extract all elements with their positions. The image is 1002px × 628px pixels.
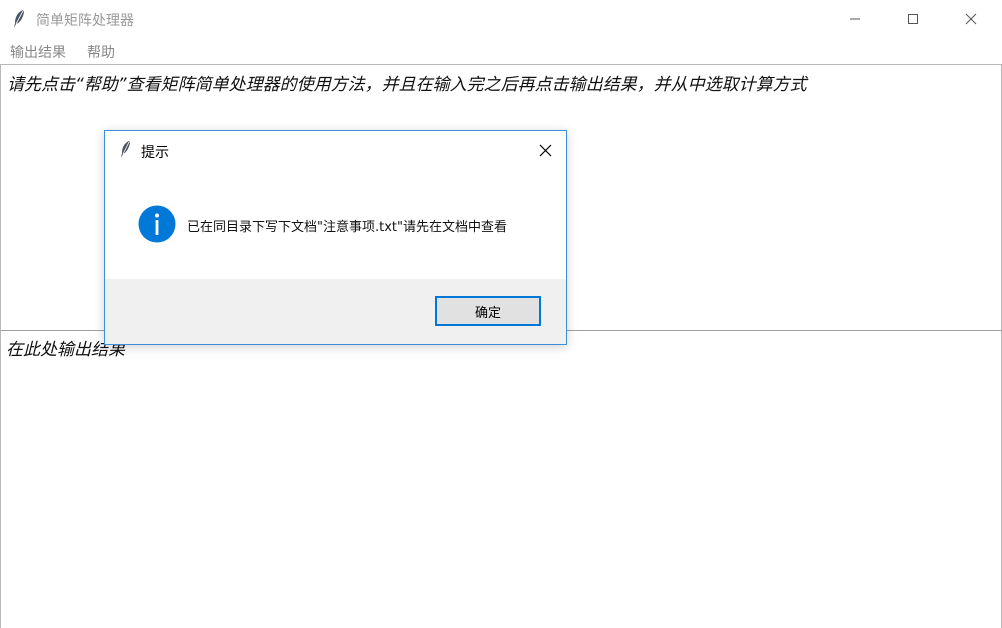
maximize-button[interactable] bbox=[884, 0, 942, 38]
minimize-icon bbox=[850, 18, 860, 20]
info-dialog: 提示 已在同目录下写下文档"注意事项.txt"请先在文档中查看 确定 bbox=[104, 130, 567, 345]
ok-button[interactable]: 确定 bbox=[435, 296, 541, 326]
input-text: 请先点击“帮助”查看矩阵简单处理器的使用方法，并且在输入完之后再点击输出结果，并… bbox=[7, 75, 807, 95]
dialog-title: 提示 bbox=[141, 145, 169, 161]
feather-icon bbox=[14, 10, 24, 28]
dialog-body: 已在同目录下写下文档"注意事项.txt"请先在文档中查看 bbox=[105, 169, 566, 279]
menu-bar: 输出结果 帮助 bbox=[0, 38, 1002, 63]
dialog-close-button[interactable] bbox=[530, 137, 560, 163]
info-icon bbox=[138, 205, 176, 243]
title-bar: 简单矩阵处理器 bbox=[0, 0, 1002, 38]
feather-icon bbox=[121, 141, 130, 158]
output-text-area[interactable]: 在此处输出结果 bbox=[0, 330, 1002, 628]
window-title: 简单矩阵处理器 bbox=[36, 13, 134, 29]
menu-help[interactable]: 帮助 bbox=[87, 42, 115, 62]
main-window: 简单矩阵处理器 输出结果 帮助 请先点击“帮助”查看矩阵简单处理器的使用方法，并… bbox=[0, 0, 1002, 628]
dialog-title-bar: 提示 bbox=[105, 131, 566, 169]
dialog-footer: 确定 bbox=[105, 279, 566, 344]
minimize-button[interactable] bbox=[826, 0, 884, 38]
maximize-icon bbox=[908, 14, 918, 24]
close-icon bbox=[539, 144, 551, 156]
dialog-message: 已在同目录下写下文档"注意事项.txt"请先在文档中查看 bbox=[187, 220, 507, 235]
close-window-button[interactable] bbox=[942, 0, 1000, 38]
menu-output-results[interactable]: 输出结果 bbox=[10, 42, 66, 62]
close-icon bbox=[965, 13, 977, 25]
